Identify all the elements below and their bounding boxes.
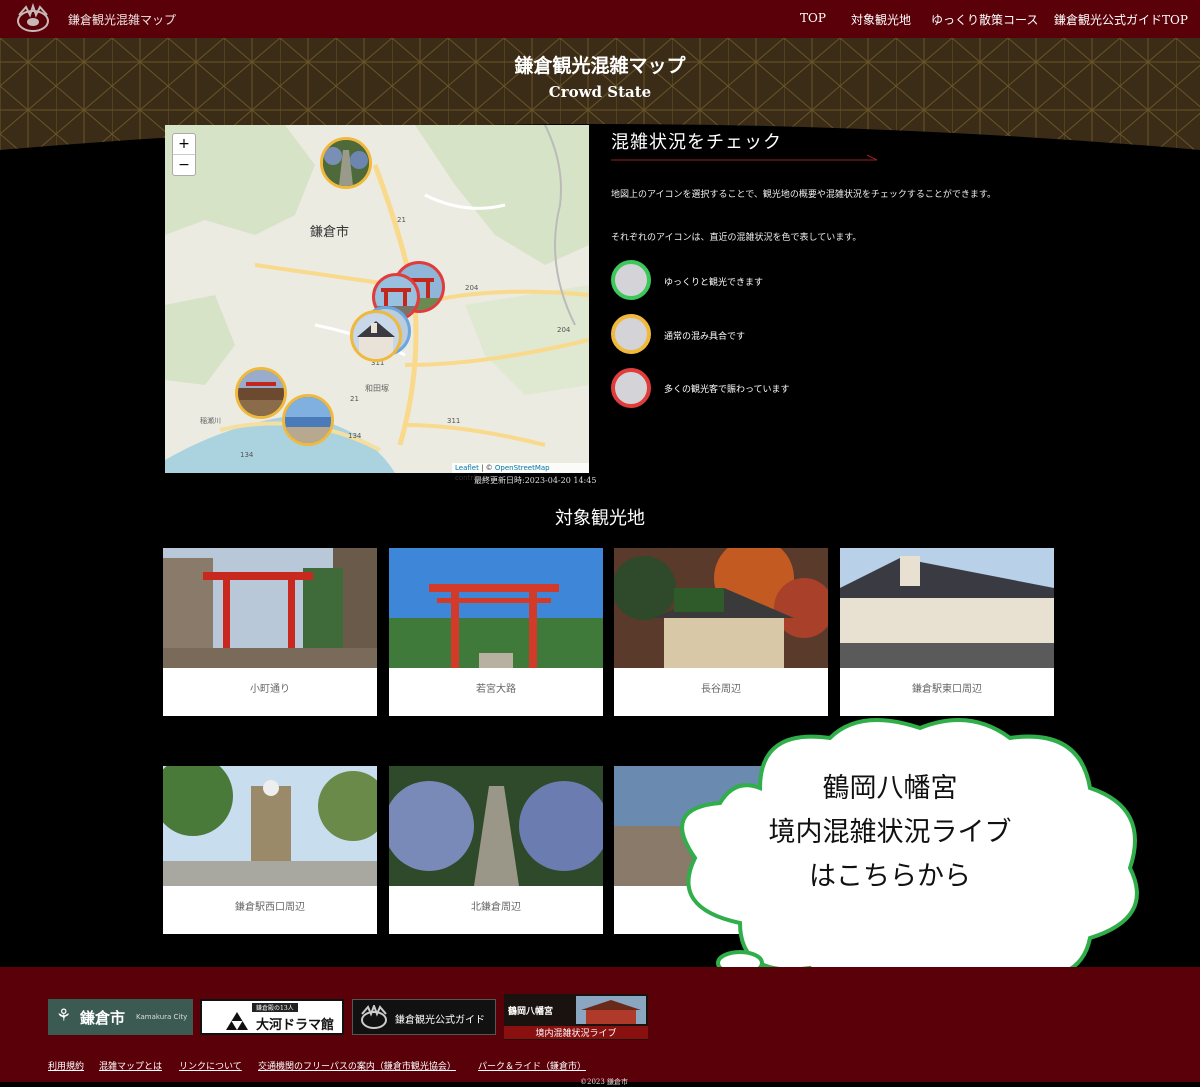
triforce-icon: [226, 1012, 248, 1030]
title-underline: [611, 154, 878, 161]
footer-link-linking[interactable]: リンクについて: [179, 1059, 242, 1072]
spot-card-label: 北鎌倉周辺: [471, 902, 521, 913]
road-number: 134: [240, 451, 254, 459]
road-number: 21: [350, 395, 359, 403]
nav-official-guide[interactable]: 鎌倉観光公式ガイドTOP: [1054, 11, 1188, 28]
hero-subtitle: Crowd State: [548, 83, 652, 101]
nav-top[interactable]: TOP: [800, 11, 826, 25]
cloud-line-3: はこちらから: [809, 861, 971, 892]
wakamiya-photo: [389, 548, 603, 668]
road-number: 204: [465, 284, 479, 292]
footer-link-about[interactable]: 混雑マップとは: [99, 1059, 162, 1072]
footer-link-freepass[interactable]: 交通機関のフリーパスの案内（鎌倉市観光協会）: [258, 1059, 456, 1072]
footer-link-park-and-ride[interactable]: パーク＆ライド（鎌倉市）: [478, 1059, 586, 1072]
check-description-1: 地図上のアイコンを選択することで、観光地の概要や混雑状況をチェックすることができ…: [611, 190, 997, 200]
legend-green-label: ゆっくりと観光できます: [664, 278, 764, 288]
spot-card-station-west[interactable]: 鎌倉駅西口周辺: [163, 766, 377, 934]
taiga-drama-banner[interactable]: 鎌倉殿の13人 大河ドラマ館: [200, 999, 344, 1035]
marker-photo: [285, 397, 331, 443]
zoom-in-button[interactable]: +: [173, 134, 195, 155]
shrine-banner-title: 鶴岡八幡宮: [508, 1007, 554, 1017]
komachi-photo: [163, 548, 377, 668]
copyright: ©2023 鎌倉市: [580, 1078, 629, 1086]
kamakura-city-banner[interactable]: ⚘ 鎌倉市 Kamakura City: [48, 999, 193, 1035]
nav-target-spots[interactable]: 対象観光地: [851, 11, 911, 28]
legend-green-circle: [611, 260, 651, 300]
kamakura-city-logo-icon: ⚘: [56, 1006, 72, 1026]
check-section-title: 混雑状況をチェック: [611, 132, 782, 153]
spot-card-komachi[interactable]: 小町通り: [163, 548, 377, 716]
attribution-separator: | ©: [478, 464, 495, 472]
road-number: 21: [397, 216, 406, 224]
map-attribution: Leaflet | © OpenStreetMap contributors: [452, 463, 589, 482]
map-marker-station-east[interactable]: [350, 310, 402, 362]
spot-card-hase[interactable]: 長谷周辺: [614, 548, 828, 716]
marker-photo: [238, 370, 284, 416]
nav-walking-course[interactable]: ゆっくり散策コース: [931, 11, 1038, 28]
road-number: 311: [447, 417, 460, 425]
drama-banner-text: 大河ドラマ館: [256, 1018, 335, 1033]
last-updated-text: 最終更新日時:2023-04-20 14:45: [474, 476, 597, 485]
spot-card-label: 小町通り: [250, 684, 290, 695]
check-description-2: それぞれのアイコンは、直近の混雑状況を色で表しています。: [611, 233, 862, 243]
marker-photo: [323, 140, 369, 186]
spot-card-wakamiya[interactable]: 若宮大路: [389, 548, 603, 716]
shrine-live-banner[interactable]: 鶴岡八幡宮 境内混雑状況ライブ: [504, 994, 648, 1040]
zoom-out-button[interactable]: −: [173, 155, 195, 175]
spot-card-label: 若宮大路: [476, 684, 516, 695]
spot-card-station-east[interactable]: 鎌倉駅東口周辺: [840, 548, 1054, 716]
kamakura-city-en: Kamakura City: [136, 1013, 188, 1021]
map-marker-hase[interactable]: [282, 394, 334, 446]
legend-yellow-circle: [611, 314, 651, 354]
hase-photo: [614, 548, 828, 668]
official-guide-banner[interactable]: 鎌倉観光公式ガイド: [352, 999, 496, 1035]
osm-link[interactable]: OpenStreetMap: [495, 464, 550, 472]
drama-banner-top: 鎌倉殿の13人: [252, 1003, 298, 1012]
station-west-photo: [163, 766, 377, 886]
place-label: 和田塚: [365, 384, 389, 393]
spots-section-title: 対象観光地: [555, 508, 645, 529]
legend-red-label: 多くの観光客で賑わっています: [664, 385, 790, 395]
legend-red-circle: [611, 368, 651, 408]
road-number: 134: [348, 432, 362, 440]
guide-banner-text: 鎌倉観光公式ガイド: [395, 1015, 485, 1026]
shrine-banner-sub: 境内混雑状況ライブ: [504, 1026, 648, 1039]
road-number: 204: [557, 326, 571, 334]
footer-link-terms[interactable]: 利用規約: [48, 1059, 84, 1072]
spot-card-label: 鎌倉駅西口周辺: [235, 902, 305, 913]
spot-card-kitakamakura[interactable]: 北鎌倉周辺: [389, 766, 603, 934]
site-name[interactable]: 鎌倉観光混雑マップ: [68, 11, 176, 28]
map-marker-komachi[interactable]: [235, 367, 287, 419]
shrine-banner-photo: [576, 996, 646, 1024]
guide-crest-icon: [361, 1005, 387, 1029]
legend-yellow-label: 通常の混み具合です: [664, 332, 746, 342]
place-label: 稲瀬川: [200, 416, 221, 425]
marker-photo: [353, 313, 399, 359]
map-zoom-control: + −: [172, 133, 196, 176]
map-marker-kitakamakura[interactable]: [320, 137, 372, 189]
kamakura-city-text: 鎌倉市: [80, 1009, 126, 1027]
kamakura-crest-logo[interactable]: [13, 3, 53, 35]
cloud-line-2: 境内混雑状況ライブ: [768, 817, 1012, 848]
kitakamakura-photo: [389, 766, 603, 886]
station-east-photo: [840, 548, 1054, 668]
leaflet-link[interactable]: Leaflet: [455, 464, 479, 472]
cloud-line-1: 鶴岡八幡宮: [822, 773, 958, 804]
map-city-label: 鎌倉市: [310, 225, 350, 240]
hero-title: 鎌倉観光混雑マップ: [514, 55, 686, 77]
